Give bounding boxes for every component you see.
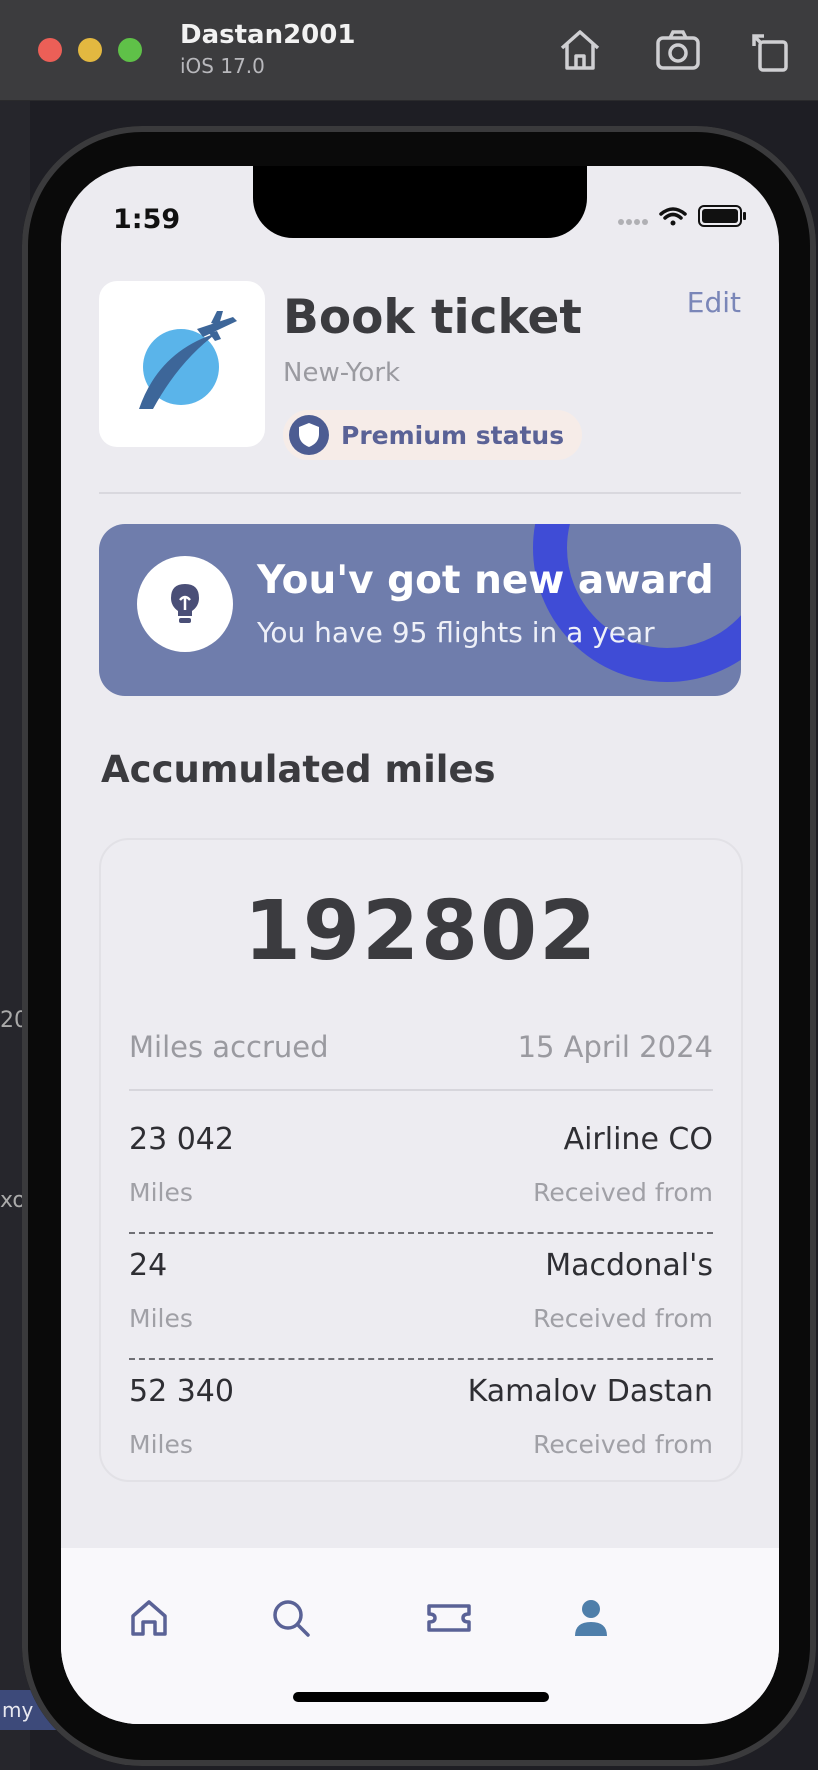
- home-icon[interactable]: [556, 24, 604, 76]
- lightbulb-icon: [171, 584, 199, 623]
- airplane-logo-icon: [139, 311, 237, 409]
- zoom-window-button[interactable]: [118, 38, 142, 62]
- award-title: You'v got new award: [257, 558, 714, 603]
- shield-icon: [289, 415, 329, 455]
- search-icon: [273, 1600, 310, 1637]
- tab-search[interactable]: [261, 1588, 321, 1648]
- miles-total: 192802: [243, 884, 599, 979]
- dashed-divider: [129, 1358, 713, 1360]
- background-text: 20: [0, 1008, 28, 1033]
- close-window-button[interactable]: [38, 38, 62, 62]
- entry-unit: Miles: [129, 1430, 193, 1459]
- card-divider: [129, 1089, 713, 1091]
- decorative-arc: [533, 524, 741, 682]
- header-divider: [99, 492, 741, 494]
- page-title: Book ticket: [283, 290, 582, 345]
- screenshot-icon[interactable]: [654, 24, 702, 76]
- tab-home[interactable]: [119, 1588, 179, 1648]
- entry-from-label: Received from: [533, 1304, 713, 1333]
- miles-card: 192802 Miles accrued 15 April 2024 23 04…: [99, 838, 743, 1482]
- status-icons: [615, 202, 755, 232]
- list-item[interactable]: 24 Macdonal's Miles Received from: [129, 1248, 713, 1378]
- entry-amount: 52 340: [129, 1374, 234, 1409]
- minimize-window-button[interactable]: [78, 38, 102, 62]
- edit-button[interactable]: Edit: [687, 286, 741, 319]
- profile-icon: [575, 1600, 607, 1636]
- entry-from-label: Received from: [533, 1430, 713, 1459]
- entry-amount: 23 042: [129, 1122, 234, 1157]
- entry-from-label: Received from: [533, 1178, 713, 1207]
- os-version: iOS 17.0: [180, 54, 265, 78]
- status-badge: Premium status: [283, 410, 583, 460]
- app-screen: 1:59 Book ticket New-York Premium status…: [61, 166, 779, 1724]
- simulator-title-bar: Dastan2001 iOS 17.0: [0, 0, 818, 101]
- tab-tickets[interactable]: [419, 1588, 479, 1648]
- ticket-icon: [427, 1604, 471, 1632]
- status-badge-label: Premium status: [341, 420, 565, 450]
- miles-accrued-date: 15 April 2024: [517, 1030, 713, 1064]
- status-time: 1:59: [113, 204, 181, 235]
- entry-source: Macdonal's: [545, 1248, 713, 1283]
- entry-source: Airline CO: [563, 1122, 713, 1157]
- list-item[interactable]: 52 340 Kamalov Dastan Miles Received fro…: [129, 1374, 713, 1480]
- home-indicator[interactable]: [293, 1692, 549, 1702]
- entry-unit: Miles: [129, 1178, 193, 1207]
- battery-icon: [698, 205, 746, 227]
- section-title: Accumulated miles: [101, 748, 496, 791]
- notch: [253, 166, 587, 238]
- miles-accrued-label: Miles accrued: [129, 1030, 329, 1064]
- rotate-icon[interactable]: [748, 24, 796, 76]
- award-subtitle: You have 95 flights in a year: [257, 616, 655, 649]
- tab-profile[interactable]: [561, 1588, 621, 1648]
- background-text: xo: [0, 1188, 26, 1213]
- dashed-divider: [129, 1232, 713, 1234]
- device-name: Dastan2001: [180, 20, 356, 50]
- entry-unit: Miles: [129, 1304, 193, 1333]
- list-item[interactable]: 23 042 Airline CO Miles Received from: [129, 1122, 713, 1252]
- app-logo: [99, 281, 265, 447]
- entry-amount: 24: [129, 1248, 168, 1283]
- entry-source: Kamalov Dastan: [467, 1374, 713, 1409]
- city-label: New-York: [283, 358, 401, 388]
- award-icon-circle: [137, 556, 233, 652]
- wifi-icon: [659, 207, 687, 226]
- award-banner[interactable]: You'v got new award You have 95 flights …: [99, 524, 741, 696]
- home-icon: [131, 1600, 167, 1636]
- cellular-icon: [618, 219, 648, 225]
